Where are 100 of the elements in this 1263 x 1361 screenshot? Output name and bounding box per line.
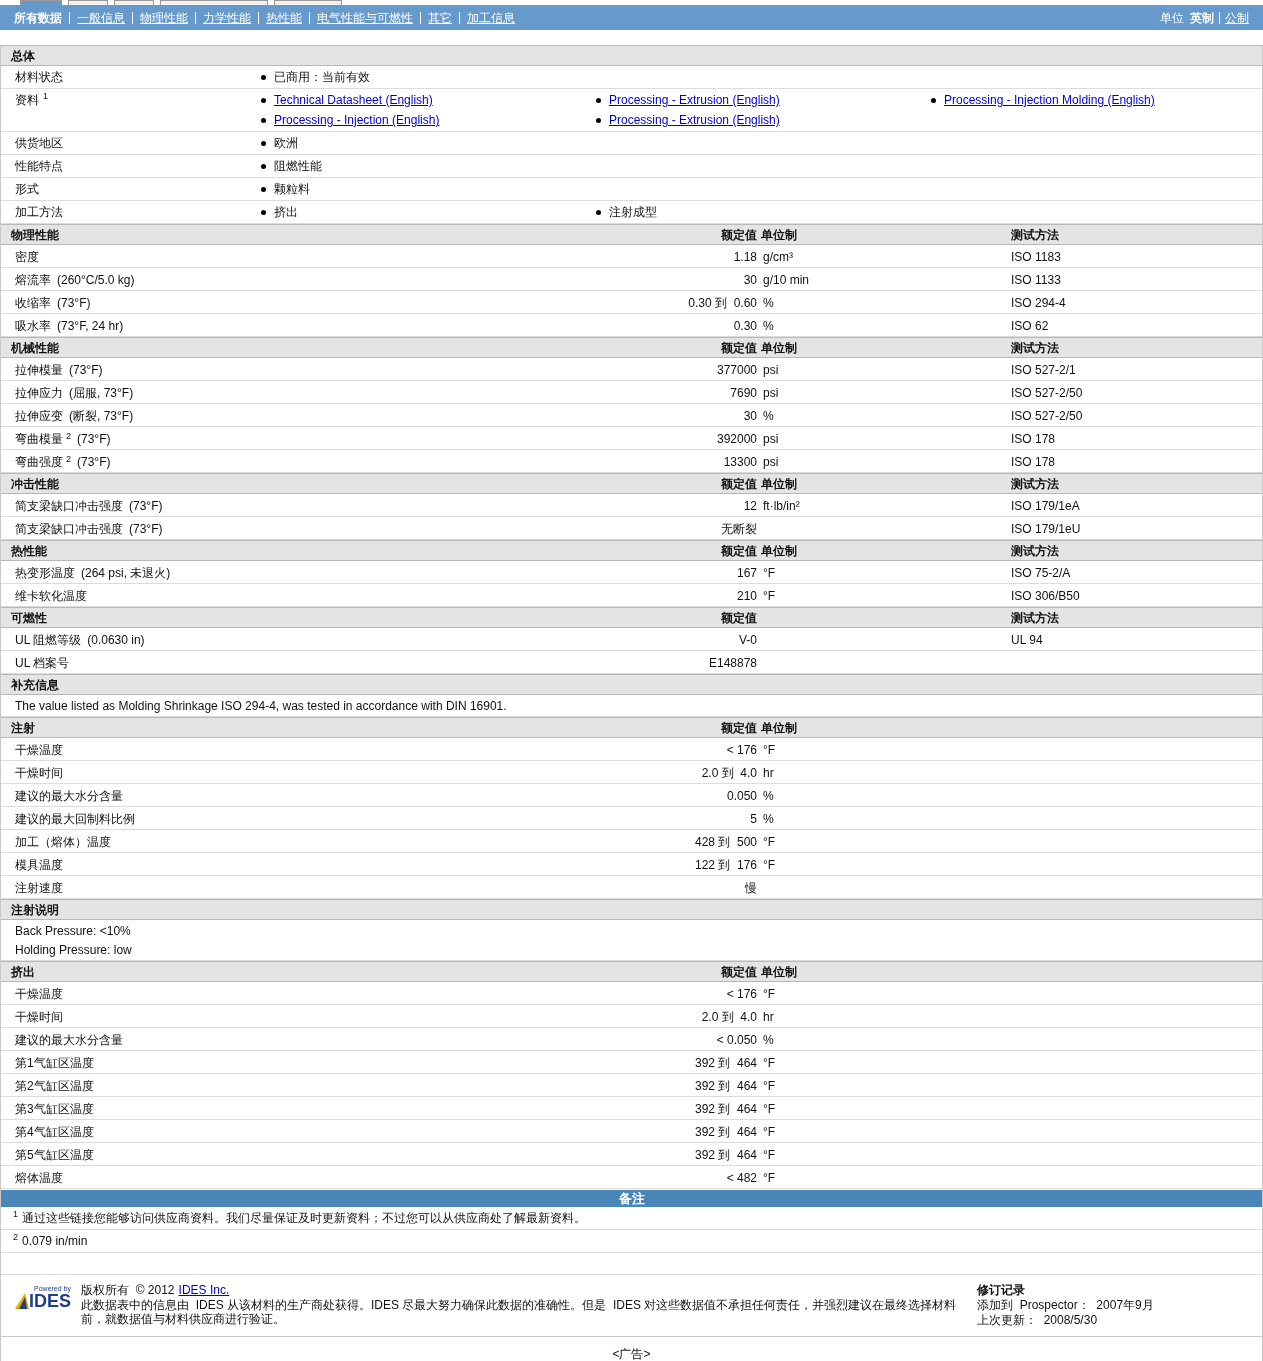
property-label: 性能特点 [15,158,63,175]
value-cell-text: 392 到 464 [694,1101,757,1118]
nav-tab[interactable]: 热性能 [266,8,302,27]
nav-tab[interactable]: 力学性能 [203,8,251,27]
unit-cell: °F [763,589,776,603]
datasheet-link[interactable]: Processing - Extrusion (English) [609,111,780,129]
value-cell-text: 2.0 到 4.0 [701,1009,757,1026]
nav-tab[interactable]: 一般信息 [77,8,125,27]
property-label: 干燥温度 [15,986,63,1003]
section-title: 可燃性 [10,609,48,627]
unit-cell: psi [763,432,779,446]
section-title: 机械性能 [10,339,60,357]
unit-cell: °F [763,1102,776,1116]
footnote-text: 通过这些链接您能够访问供应商资料。我们尽量保证及时更新资料；不过您可以从供应商处了解最新资料。 [22,1210,586,1227]
property-condition: (73°F) [57,295,91,312]
column-header: 测试方法 [1011,227,1059,242]
property-label: 第3气缸区温度 [15,1101,94,1118]
value-cell-text: 392000 [716,431,757,448]
value-cell-text: 428 到 500 [694,834,757,851]
value-cell-text: 392 到 464 [694,1124,757,1141]
nav-tab[interactable]: 所有数据 [14,8,62,27]
value-cell-text: 慢 [745,880,757,897]
property-condition: (264 psi, 未退火) [81,565,171,582]
tab-edge[interactable] [160,0,268,5]
method-cell: ISO 527-2/1 [1011,363,1076,377]
property-value: 阻燃性能 [274,158,322,175]
property-label: 干燥时间 [15,1009,63,1026]
bullet-icon [261,209,266,215]
unit-cell: ft·lb/in² [763,499,800,513]
unit-cell: g/cm³ [763,250,793,264]
property-condition: (73°F) [77,454,111,471]
property-label: 加工（熔体）温度 [15,834,111,851]
property-label: 密度 [15,249,39,266]
footnote-mark: 1 [13,1209,18,1219]
property-label: 第5气缸区温度 [15,1147,94,1164]
value-cell-text: 0.30 [733,318,757,335]
company-link[interactable]: IDES Inc. [178,1283,230,1298]
property-label: 维卡软化温度 [15,588,87,605]
column-header: 测试方法 [1011,476,1059,491]
column-header: 额定值 [721,475,757,493]
method-cell: ISO 62 [1011,319,1049,333]
section-title: 注射 [10,719,36,737]
unit-cell: hr [763,1010,774,1024]
bullet-icon [261,74,266,80]
column-header: 测试方法 [1011,543,1059,558]
column-header: 单位制 [761,964,797,979]
value-cell-text: 122 到 176 [694,857,757,874]
history-title: 修订记录 [977,1283,1026,1298]
section-title: 热性能 [10,542,48,560]
value-cell-text: E148878 [708,655,757,672]
property-condition: (73°F, 24 hr) [57,318,124,335]
column-header: 额定值 [721,542,757,560]
value-cell-text: < 176 [726,742,757,759]
bullet-icon [596,97,601,103]
property-label: 收缩率 [15,295,51,312]
units-label: 单位 [1160,9,1184,27]
property-label: 建议的最大水分含量 [15,1032,123,1049]
property-condition: (屈服, 73°F) [69,385,134,402]
column-header: 单位制 [761,720,797,735]
unit-option[interactable]: 英制 [1190,8,1214,27]
tab-edge[interactable] [274,0,342,5]
datasheet-link[interactable]: Processing - Extrusion (English) [609,91,780,109]
datasheet-link[interactable]: Processing - Injection (English) [274,111,440,129]
datasheet-link[interactable]: Processing - Injection Molding (English) [944,91,1155,109]
unit-cell: % [763,1033,774,1047]
method-cell: ISO 178 [1011,432,1056,446]
value-cell-text: 30 [743,408,757,425]
property-value: 已商用：当前有效 [274,69,370,86]
nav-tab[interactable]: 物理性能 [140,8,188,27]
unit-option[interactable]: 公制 [1225,8,1249,27]
property-label: 资料 [15,92,39,109]
tab-edge[interactable] [68,0,108,5]
nav-tab[interactable]: 电气性能与可燃性 [317,8,413,27]
unit-cell: % [763,409,774,423]
method-cell: ISO 1133 [1011,273,1061,287]
property-condition: (73°F) [77,431,111,448]
note-text: The value listed as Molding Shrinkage ISO 294-4, was tested in accordance with DIN 16901. [15,697,507,715]
column-header: 额定值 [721,963,757,981]
value-cell-text: 392 到 464 [694,1055,757,1072]
property-label: 熔流率 [15,272,51,289]
unit-cell: psi [763,455,779,469]
property-value: 颗粒料 [274,181,310,198]
property-label: 熔体温度 [15,1170,63,1187]
method-cell: ISO 178 [1011,455,1056,469]
unit-cell: % [763,812,774,826]
datasheet-link[interactable]: Technical Datasheet (English) [274,91,433,109]
unit-cell: % [763,319,774,333]
property-label: 第4气缸区温度 [15,1124,94,1141]
unit-cell: °F [763,835,776,849]
nav-tab[interactable]: 加工信息 [467,8,515,27]
property-label: 弯曲强度 [15,454,63,471]
column-header: 单位制 [761,476,797,491]
tab-edge[interactable] [114,0,154,5]
section-title: 挤出 [10,963,36,981]
property-label: 热变形温度 [15,565,75,582]
nav-tab[interactable]: 其它 [428,8,452,27]
value-cell-text: < 482 [726,1170,757,1187]
unit-cell: psi [763,386,779,400]
value-cell-text: 1.18 [733,249,757,266]
method-cell: ISO 1183 [1011,250,1061,264]
